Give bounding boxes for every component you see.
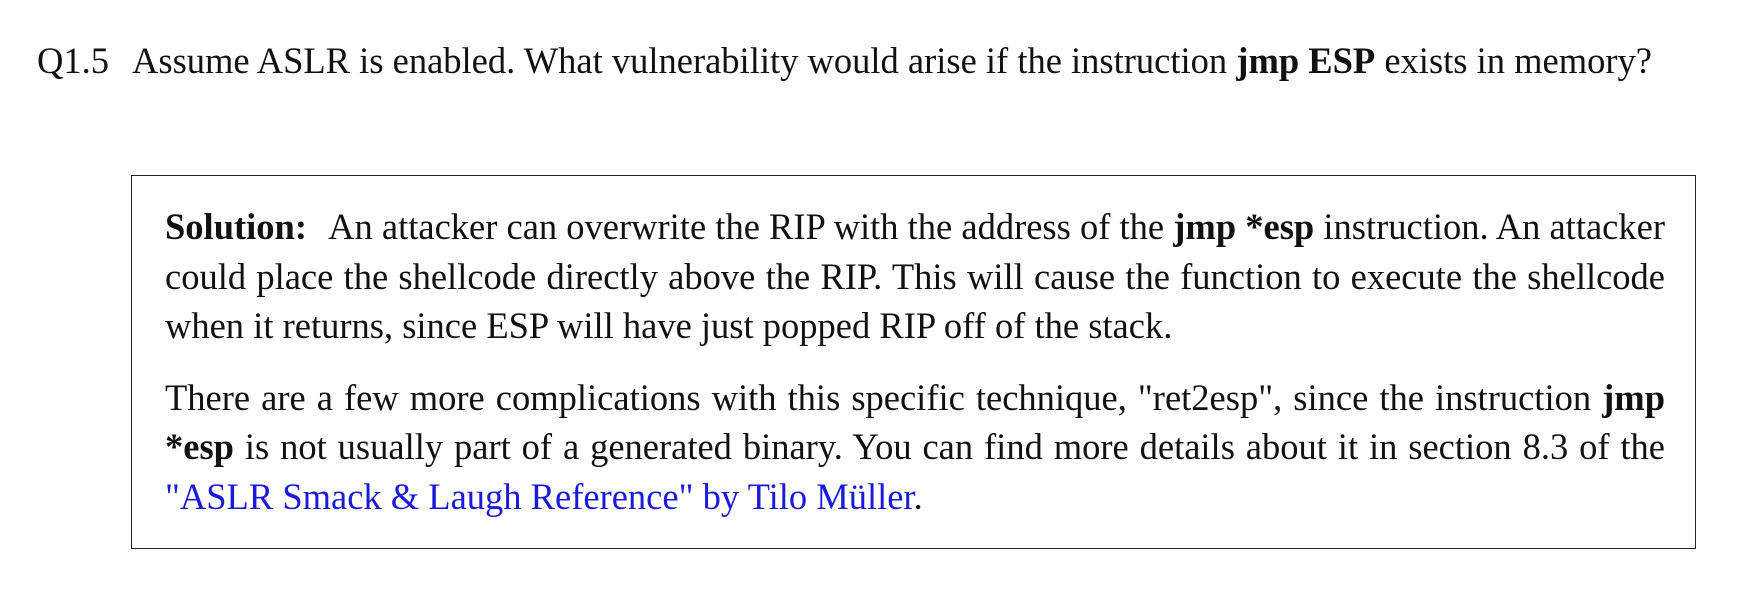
solution-content: Solution: An attacker can overwrite the … — [165, 202, 1665, 521]
question-text: Assume ASLR is enabled. What vulnerabili… — [132, 36, 1717, 85]
solution-paragraph-2: There are a few more complications with … — [165, 373, 1665, 522]
solution-p2-text-a: There are a few more complications with … — [165, 376, 1592, 418]
solution-p2-text-b: is not usually part of a generated binar… — [244, 426, 1665, 467]
question-bold-term: jmp ESP — [1236, 40, 1376, 81]
solution-p1-bold: jmp *esp — [1173, 206, 1315, 247]
solution-p1-text-a: An attacker can overwrite the RIP with t… — [328, 206, 1165, 247]
question-text-before: Assume ASLR is enabled. What vulnerabili… — [132, 40, 1228, 81]
solution-box: Solution: An attacker can overwrite the … — [131, 175, 1696, 549]
question: Q1.5 Assume ASLR is enabled. What vulner… — [37, 36, 1717, 85]
solution-label: Solution: — [165, 206, 307, 247]
solution-paragraph-1: Solution: An attacker can overwrite the … — [165, 202, 1665, 351]
reference-link[interactable]: "ASLR Smack & Laugh Reference" by Tilo M… — [165, 476, 914, 517]
question-number: Q1.5 — [37, 40, 109, 81]
solution-p2-end: . — [913, 475, 923, 517]
question-text-after: exists in memory? — [1384, 40, 1652, 81]
